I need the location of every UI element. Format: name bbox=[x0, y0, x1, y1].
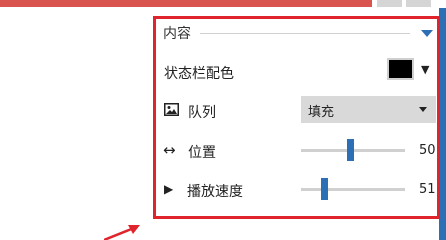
top-red-button[interactable] bbox=[0, 0, 372, 7]
playback-speed-slider-track[interactable] bbox=[301, 188, 405, 191]
red-arrow-annotation bbox=[104, 225, 140, 240]
position-label: 位置 bbox=[188, 145, 216, 161]
chevron-down-icon[interactable]: ▼ bbox=[421, 63, 429, 76]
position-slider-thumb[interactable] bbox=[347, 139, 354, 161]
queue-select[interactable]: 填充 bbox=[301, 96, 436, 123]
color-swatch[interactable] bbox=[387, 58, 414, 80]
image-icon bbox=[164, 103, 179, 116]
triangle-down-icon[interactable] bbox=[421, 30, 433, 37]
queue-label: 队列 bbox=[188, 105, 216, 121]
position-value: 50 bbox=[419, 143, 436, 158]
horizontal-arrows-icon: ↔ bbox=[163, 141, 176, 159]
top-gray-button-1[interactable] bbox=[377, 0, 402, 7]
status-bar-color-label: 状态栏配色 bbox=[164, 66, 234, 82]
playback-speed-slider-thumb[interactable] bbox=[321, 178, 328, 200]
play-icon: ▶ bbox=[164, 182, 174, 196]
top-gray-button-2[interactable] bbox=[406, 0, 431, 7]
scrollbar-thumb[interactable] bbox=[439, 8, 446, 240]
section-divider bbox=[200, 33, 410, 34]
section-title: 内容 bbox=[163, 26, 191, 42]
playback-speed-value: 51 bbox=[419, 182, 436, 197]
chevron-down-icon bbox=[419, 107, 427, 112]
queue-select-value: 填充 bbox=[308, 105, 335, 120]
playback-speed-label: 播放速度 bbox=[187, 184, 243, 200]
